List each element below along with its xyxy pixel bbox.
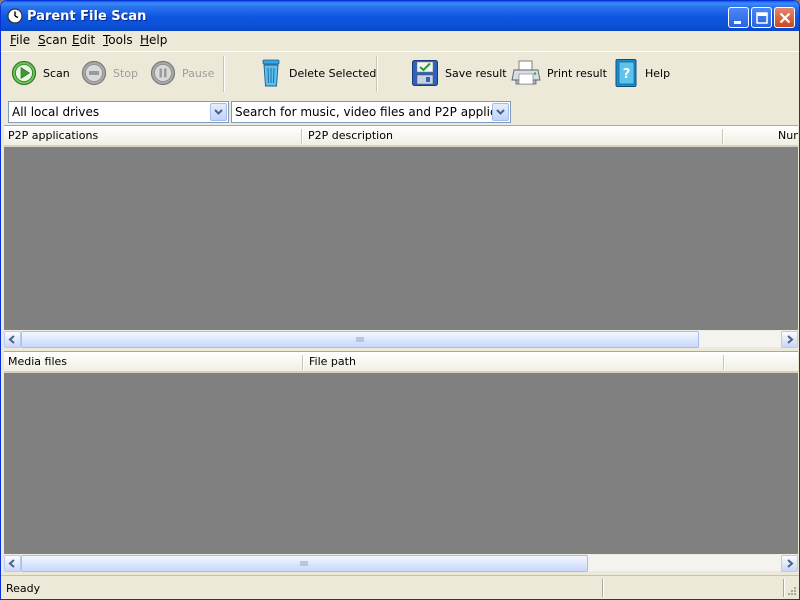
column-blank[interactable] [726,352,798,372]
scroll-left-button[interactable] [4,555,21,572]
arrow-left-icon [8,335,15,344]
scroll-thumb[interactable] [21,555,588,572]
menu-tools-label: ools [108,33,133,47]
menu-scan-label: can [45,33,68,47]
pause-label: Pause [182,66,215,80]
stop-button[interactable]: Stop [81,58,138,88]
stop-label: Stop [113,66,139,80]
minimize-button[interactable] [728,7,749,28]
scan-label: Scan [43,66,70,80]
column-separator[interactable] [723,355,725,370]
search-mode-select[interactable]: Search for music, video files and P2P ap… [231,101,511,123]
app-window: Parent File Scan File Scan Edit Tools He… [0,0,800,600]
menu-scan[interactable]: Scan [38,33,67,47]
arrow-right-icon [787,335,794,344]
scroll-right-button[interactable] [781,555,798,572]
arrow-left-icon [8,559,15,568]
stop-icon [81,60,107,86]
scroll-thumb[interactable] [21,331,699,348]
floppy-disk-icon [412,60,438,86]
pause-icon [150,60,176,86]
chevron-down-icon [496,109,505,115]
toolbar-separator [376,56,378,92]
chevron-down-icon [214,109,223,115]
column-separator[interactable] [302,355,304,370]
clock-icon [7,8,23,24]
print-result-label: Print result [547,66,607,80]
status-separator [602,579,604,597]
minimize-icon [734,21,741,24]
title-bar[interactable]: Parent File Scan [1,1,799,31]
play-icon [11,60,37,86]
scroll-left-button[interactable] [4,331,21,348]
menu-edit-accel: E [72,33,80,47]
grip-lines-icon [356,337,364,342]
menu-help[interactable]: Help [140,33,167,47]
arrow-right-icon [787,559,794,568]
column-num-label: Num [778,129,798,142]
trash-icon [262,59,280,87]
column-p2p-applications[interactable]: P2P applications [4,126,301,146]
column-separator[interactable] [722,129,724,144]
window-title: Parent File Scan [27,9,147,24]
maximize-button[interactable] [751,7,772,28]
save-result-label: Save result [445,66,507,80]
column-media-files[interactable]: Media files [4,352,302,372]
column-file-path[interactable]: File path [305,352,723,372]
help-book-icon: ? [615,59,637,87]
menu-file[interactable]: File [10,33,30,47]
search-mode-dropdown-button[interactable] [492,103,509,121]
pause-button[interactable]: Pause [150,58,214,88]
menu-edit[interactable]: Edit [72,33,95,47]
drives-select[interactable]: All local drives [8,101,229,123]
help-label: Help [645,66,671,80]
close-button[interactable] [774,7,795,28]
search-mode-select-value: Search for music, video files and P2P ap… [235,105,493,119]
grip-lines-icon [300,561,308,566]
p2p-horizontal-scrollbar[interactable] [4,330,798,348]
save-result-button[interactable]: Save result [411,58,507,88]
toolbar: Scan Stop Pause Delete Selected Save res… [1,51,799,97]
toolbar-separator [223,56,225,92]
p2p-applications-list[interactable]: P2P applications P2P description Num [4,125,798,348]
menu-scan-accel: S [38,33,46,47]
print-result-button[interactable]: Print result [511,58,607,88]
maximize-icon [756,12,768,24]
menu-edit-label: dit [79,33,96,47]
drives-select-value: All local drives [12,105,100,119]
resize-grip-icon[interactable] [785,586,797,598]
scan-button[interactable]: Scan [11,58,70,88]
help-button[interactable]: ? Help [613,58,670,88]
drives-dropdown-button[interactable] [210,103,227,121]
printer-icon [511,60,541,85]
menu-bar: File Scan Edit Tools Help [1,31,799,50]
status-text: Ready [6,582,41,595]
scroll-right-button[interactable] [781,331,798,348]
status-bar: Ready [1,575,799,599]
media-files-list[interactable]: Media files File path [4,351,798,572]
delete-selected-button[interactable]: Delete Selected [259,58,376,88]
column-separator[interactable] [301,129,303,144]
close-icon [779,12,791,24]
menu-tools[interactable]: Tools [103,33,133,47]
menu-file-label: ile [16,33,31,47]
menu-help-accel: H [140,33,150,47]
p2p-list-header: P2P applications P2P description Num [4,126,798,147]
media-horizontal-scrollbar[interactable] [4,554,798,572]
media-list-header: Media files File path [4,352,798,373]
column-p2p-description[interactable]: P2P description [304,126,722,146]
menu-help-label: elp [149,33,168,47]
svg-text:?: ? [623,67,631,82]
column-num[interactable]: Num [725,126,798,146]
delete-selected-label: Delete Selected [289,66,377,80]
